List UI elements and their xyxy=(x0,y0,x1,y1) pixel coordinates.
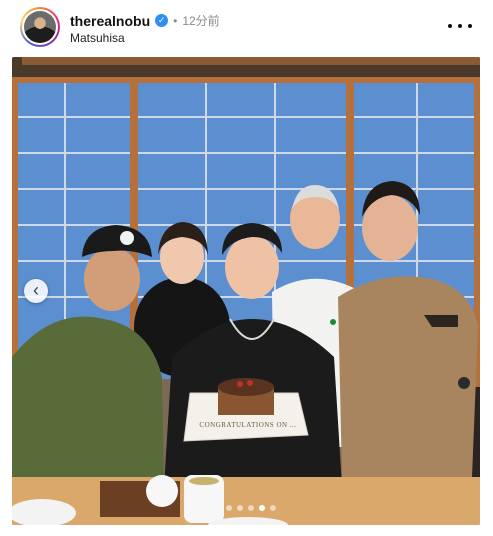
avatar[interactable] xyxy=(20,7,60,47)
carousel-dot-active[interactable] xyxy=(259,505,265,511)
separator: • xyxy=(173,13,178,28)
avatar-photo xyxy=(24,11,56,43)
post-photo xyxy=(12,57,480,525)
chevron-left-icon: ‹ xyxy=(33,280,39,300)
post-header: thereal​nobu ✓ • 12分前 Matsuhisa xyxy=(0,0,493,56)
post-media[interactable]: CONGRATULATIONS ON ... xyxy=(12,57,480,525)
more-options-button[interactable] xyxy=(448,17,472,35)
more-dot-icon xyxy=(458,24,462,28)
location-link[interactable]: Matsuhisa xyxy=(70,31,125,45)
carousel-dot[interactable] xyxy=(270,505,276,511)
user-row: thereal​nobu ✓ • 12分前 xyxy=(70,12,220,29)
more-dot-icon xyxy=(468,24,472,28)
carousel-dot[interactable] xyxy=(226,505,232,511)
carousel-prev-button[interactable]: ‹ xyxy=(24,279,48,303)
username[interactable]: thereal​nobu xyxy=(70,13,150,29)
more-dot-icon xyxy=(448,24,452,28)
cake-message: CONGRATULATIONS ON ... xyxy=(199,421,297,429)
verified-badge-icon: ✓ xyxy=(155,14,169,27)
carousel-dots xyxy=(226,505,276,511)
carousel-dot[interactable] xyxy=(248,505,254,511)
carousel-dot[interactable] xyxy=(237,505,243,511)
timestamp[interactable]: 12分前 xyxy=(182,12,219,29)
